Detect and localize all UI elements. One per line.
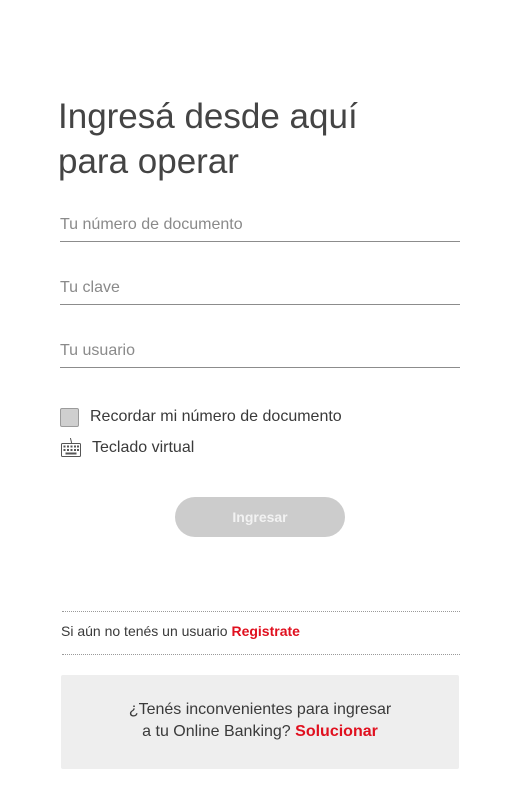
page-title-line-1: Ingresá desde aquí (58, 97, 358, 136)
username-field (60, 337, 460, 368)
page-title: Ingresá desde aquí para operar (58, 94, 478, 184)
register-prompt: Si aún no tenés un usuario Registrate (61, 623, 300, 639)
help-line-2: a tu Online Banking? Solucionar (61, 721, 459, 743)
username-input[interactable] (60, 337, 460, 365)
keyboard-icon[interactable] (60, 437, 82, 459)
login-button[interactable]: Ingresar (175, 497, 345, 537)
password-field (60, 274, 460, 305)
register-link[interactable]: Registrate (231, 623, 299, 639)
page-title-line-2: para operar (58, 142, 239, 181)
help-text: ¿Tenés inconvenientes para ingresar a tu… (61, 699, 459, 743)
divider-bottom (62, 654, 460, 655)
remember-document-option[interactable]: Recordar mi número de documento (60, 406, 342, 428)
divider-top (62, 611, 460, 612)
help-line-1: ¿Tenés inconvenientes para ingresar (128, 701, 392, 718)
document-number-field (60, 211, 460, 242)
register-text: Si aún no tenés un usuario (61, 623, 228, 639)
virtual-keyboard-toggle[interactable]: Teclado virtual (60, 436, 194, 460)
help-line-2-text: a tu Online Banking? (142, 723, 291, 740)
solve-link[interactable]: Solucionar (295, 723, 378, 740)
help-box: ¿Tenés inconvenientes para ingresar a tu… (61, 675, 459, 769)
remember-document-label: Recordar mi número de documento (90, 408, 342, 425)
virtual-keyboard-label: Teclado virtual (92, 439, 195, 456)
document-number-input[interactable] (60, 211, 460, 239)
password-input[interactable] (60, 274, 460, 302)
remember-document-checkbox[interactable] (60, 407, 79, 427)
